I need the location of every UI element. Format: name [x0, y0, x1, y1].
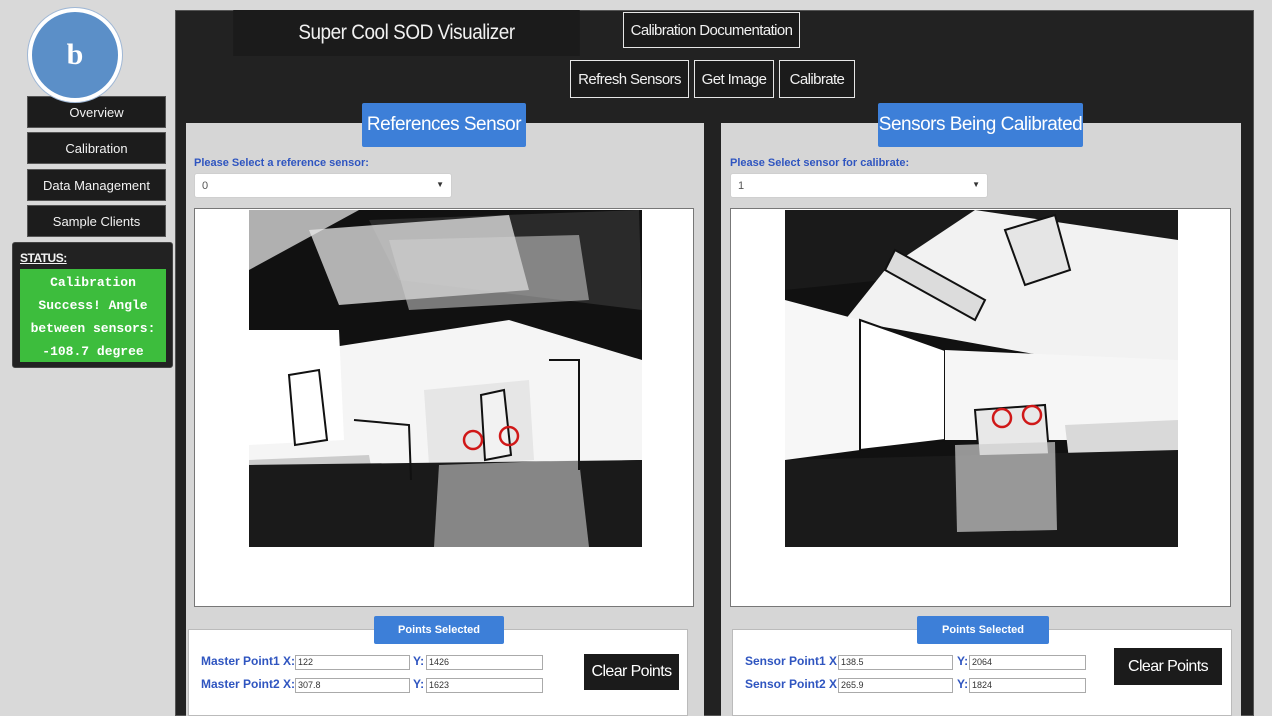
section-badge: b: [28, 8, 122, 102]
reference-select-label: Please Select a reference sensor:: [194, 157, 369, 169]
calibrated-header: Sensors Being Calibrated: [878, 103, 1083, 147]
master-point1-label: Master Point1 X:: [201, 654, 295, 668]
master-point2-y-field[interactable]: 1623: [426, 678, 543, 693]
master-point1-y-field[interactable]: 1426: [426, 655, 543, 670]
sensor-point2-name: Sensor Point2: [745, 677, 826, 691]
nav-overview[interactable]: Overview: [27, 96, 166, 128]
reference-image-frame[interactable]: [194, 208, 694, 607]
reference-camera-image[interactable]: [249, 210, 642, 547]
sensor-point1-name: Sensor Point1: [745, 654, 826, 668]
calibrated-select-label: Please Select sensor for calibrate:: [730, 157, 910, 169]
get-image-button[interactable]: Get Image: [694, 60, 774, 98]
calibrated-image-frame[interactable]: [730, 208, 1231, 607]
calibrate-button[interactable]: Calibrate: [779, 60, 855, 98]
calibration-docs-button[interactable]: Calibration Documentation: [623, 12, 800, 48]
calibrated-select-value: 1: [738, 179, 745, 192]
status-line: between sensors:: [30, 321, 156, 336]
calibrated-points-header: Points Selected: [917, 616, 1049, 644]
refresh-sensors-button[interactable]: Refresh Sensors: [570, 60, 689, 98]
reference-select-value: 0: [202, 179, 209, 192]
sensor-point2-x-field[interactable]: 265.9: [838, 678, 953, 693]
reference-scene-graphic: [249, 210, 642, 547]
calibrated-camera-image[interactable]: [785, 210, 1178, 547]
nav-calibration[interactable]: Calibration: [27, 132, 166, 164]
master-point2-name: Master Point2: [201, 677, 280, 691]
master-point1-name: Master Point1: [201, 654, 280, 668]
y-label: Y:: [413, 654, 425, 668]
x-label: X:: [283, 654, 296, 668]
reference-clear-points-button[interactable]: Clear Points: [584, 654, 679, 690]
chevron-down-icon: ▼: [972, 180, 980, 189]
nav-data-management[interactable]: Data Management: [27, 169, 166, 201]
chevron-down-icon: ▼: [436, 180, 444, 189]
status-line: Calibration: [50, 275, 136, 290]
sensor-point1-y-field[interactable]: 2064: [969, 655, 1086, 670]
calibrated-sensor-select[interactable]: 1 ▼: [730, 173, 988, 198]
calibrated-scene-graphic: [785, 210, 1178, 547]
sensor-point2-label: Sensor Point2 X:: [745, 677, 841, 691]
status-message: Calibration Success! Angle between senso…: [20, 269, 166, 362]
nav-sample-clients[interactable]: Sample Clients: [27, 205, 166, 237]
reference-sensor-select[interactable]: 0 ▼: [194, 173, 452, 198]
status-line: Success! Angle: [38, 298, 148, 313]
x-label: X:: [283, 677, 296, 691]
master-point2-x-field[interactable]: 307.8: [295, 678, 410, 693]
sensor-point1-x-field[interactable]: 138.5: [838, 655, 953, 670]
master-point1-x-field[interactable]: 122: [295, 655, 410, 670]
calibrated-clear-points-button[interactable]: Clear Points: [1114, 648, 1222, 685]
y-label: Y:: [413, 677, 425, 691]
sensor-point2-y-field[interactable]: 1824: [969, 678, 1086, 693]
app-title: Super Cool SOD Visualizer: [233, 10, 580, 56]
y-label: Y:: [957, 677, 969, 691]
reference-header: References Sensor: [362, 103, 526, 147]
reference-points-header: Points Selected: [374, 616, 504, 644]
status-line: -108.7 degree: [42, 344, 144, 359]
master-point2-label: Master Point2 X:: [201, 677, 295, 691]
y-label: Y:: [957, 654, 969, 668]
status-title: STATUS:: [20, 251, 67, 265]
sensor-point1-label: Sensor Point1 X:: [745, 654, 841, 668]
